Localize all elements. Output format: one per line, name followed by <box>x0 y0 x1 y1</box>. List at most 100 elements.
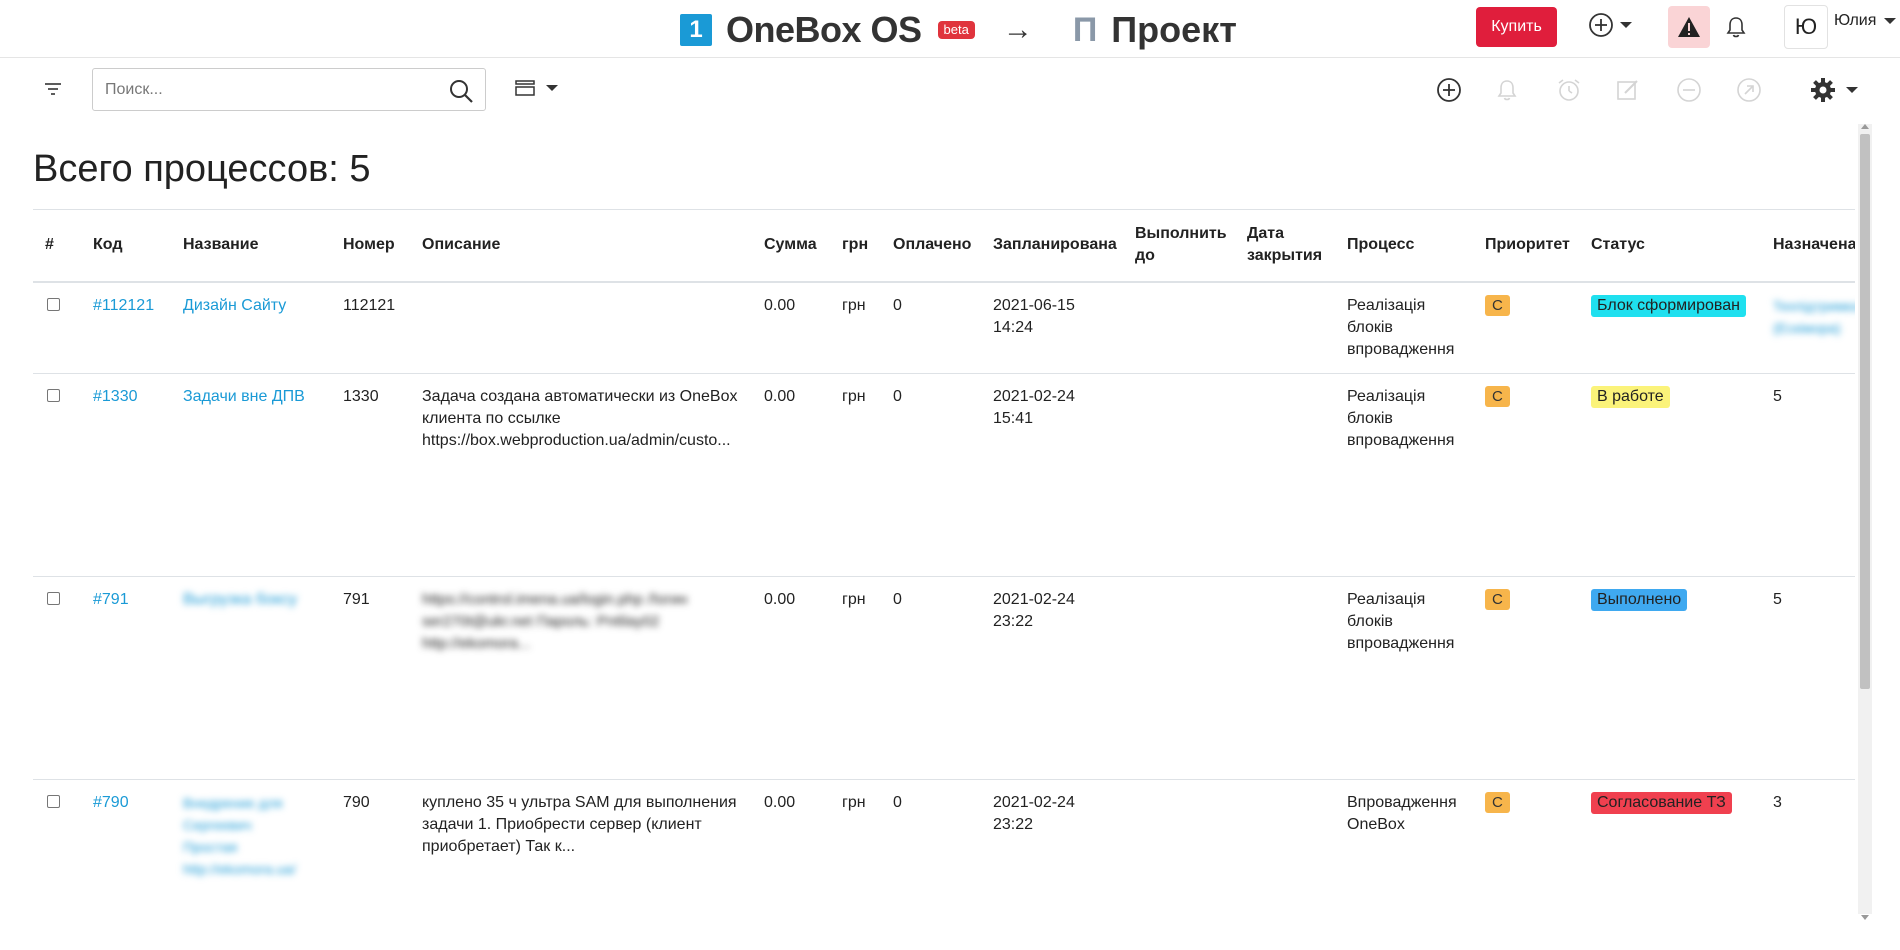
edit-icon <box>1617 80 1638 100</box>
process-cell: Впровадження OneBox <box>1341 779 1479 950</box>
col-closed-line2: закрытия <box>1247 247 1323 265</box>
scrollbar-thumb[interactable] <box>1860 134 1870 689</box>
user-menu[interactable]: Ю Юлия <box>1784 5 1897 49</box>
action-icons <box>1436 77 1796 103</box>
description-cell: Задача создана автоматически из OneBox кл… <box>416 373 758 577</box>
name-link[interactable]: Задачи вне ДПВ <box>183 388 305 405</box>
col-num[interactable]: # <box>33 210 87 282</box>
scroll-down-icon[interactable] <box>1861 915 1869 920</box>
col-due[interactable]: Выполнить до <box>1129 210 1241 282</box>
buy-button[interactable]: Купить <box>1476 7 1557 47</box>
description-line: http://ekomora... <box>422 635 531 652</box>
arrow-right-icon: → <box>1002 13 1033 46</box>
row-checkbox[interactable] <box>47 297 60 311</box>
name-line: Простая <box>183 839 238 855</box>
planned-cell: 2021-02-24 23:22 <box>987 779 1129 950</box>
process-line: Реалізація <box>1347 296 1426 314</box>
chevron-down-icon <box>1846 87 1858 93</box>
brand[interactable]: 1 OneBox OS beta → П Проект <box>680 9 1237 50</box>
name-line: Внедрение для <box>183 795 283 811</box>
status-badge: В работе <box>1591 386 1670 408</box>
chevron-down-icon <box>546 85 558 91</box>
settings-dropdown[interactable] <box>1810 77 1858 103</box>
priority-cell: С <box>1479 779 1585 950</box>
view-mode-dropdown[interactable] <box>514 79 558 97</box>
filter-button[interactable] <box>44 82 62 101</box>
table-row[interactable]: #790 Внедрение для Сергеевич Простая http:/… <box>33 779 1855 950</box>
name-link[interactable]: Выгрузка боксу <box>183 591 297 608</box>
row-checkbox[interactable] <box>47 795 60 808</box>
code-link[interactable]: #112121 <box>93 297 154 314</box>
row-checkbox-cell <box>33 576 87 780</box>
assigned-cell: 3 <box>1767 779 1855 950</box>
reminder-button[interactable] <box>1556 77 1616 103</box>
name-link[interactable]: Внедрение для Сергеевич Простая http://ekom… <box>183 792 331 880</box>
scroll-up-icon[interactable] <box>1861 124 1869 129</box>
table-row[interactable]: #112121 Дизайн Сайту 112121 0.00 грн 0 2… <box>33 281 1855 374</box>
process-line: блоків <box>1347 410 1393 427</box>
planned-date: 2021-02-24 <box>993 591 1075 608</box>
status-cell: Согласование ТЗ <box>1585 779 1767 950</box>
name-link[interactable]: Дизайн Сайту <box>183 297 286 314</box>
col-priority[interactable]: Приоритет <box>1479 210 1585 282</box>
priority-badge: С <box>1485 792 1510 813</box>
col-assigned[interactable]: Назначена <box>1767 210 1855 282</box>
list-view-icon <box>515 80 535 96</box>
row-checkbox[interactable] <box>47 592 60 605</box>
col-planned[interactable]: Запланирована <box>987 210 1129 282</box>
edit-button[interactable] <box>1616 77 1676 103</box>
table-row[interactable]: #1330 Задачи вне ДПВ 1330 Задача создана… <box>33 373 1855 577</box>
status-badge: Согласование ТЗ <box>1591 792 1732 814</box>
table-row[interactable]: #791 Выгрузка боксу 791 https://control.… <box>33 576 1855 780</box>
remove-button[interactable] <box>1676 77 1736 103</box>
avatar: Ю <box>1784 5 1828 49</box>
search-icon[interactable] <box>449 79 473 103</box>
col-name[interactable]: Название <box>177 210 337 282</box>
assigned-cell: 5 <box>1767 576 1855 780</box>
add-button[interactable] <box>1436 77 1496 103</box>
project-name: Проект <box>1111 9 1237 50</box>
col-process[interactable]: Процесс <box>1341 210 1479 282</box>
closed-cell <box>1241 281 1341 374</box>
description-line: куплено 35 ч ультра SAM для выполнения <box>422 794 737 811</box>
code-cell: #112121 <box>87 281 177 374</box>
toolbar <box>0 59 1900 121</box>
search-input[interactable] <box>105 75 435 105</box>
col-sum[interactable]: Сумма <box>758 210 836 282</box>
sum-cell: 0.00 <box>758 373 836 577</box>
closed-cell <box>1241 373 1341 577</box>
process-line: впровадження <box>1347 432 1455 449</box>
col-due-line1: Выполнить <box>1135 225 1227 243</box>
row-checkbox[interactable] <box>47 389 60 402</box>
col-closed[interactable]: Дата закрытия <box>1241 210 1341 282</box>
process-line: блоків <box>1347 613 1393 630</box>
description-line: ser270t@ukr.net Пароль: Pn6lay02 <box>422 613 660 630</box>
code-link[interactable]: #1330 <box>93 388 138 405</box>
open-button[interactable] <box>1736 77 1796 103</box>
code-link[interactable]: #791 <box>93 591 129 608</box>
notify-button[interactable] <box>1496 77 1556 103</box>
description-line: https://box.webproduction.ua/admin/custo… <box>422 432 731 449</box>
col-description[interactable]: Описание <box>416 210 758 282</box>
planned-time: 14:24 <box>993 318 1034 336</box>
search-box <box>92 68 486 111</box>
process-line: впровадження <box>1347 635 1455 652</box>
code-link[interactable]: #790 <box>93 794 129 811</box>
col-currency[interactable]: грн <box>836 210 887 282</box>
assigned-cell: Техпідтримка (Ескімора) <box>1767 281 1855 374</box>
col-status[interactable]: Статус <box>1585 210 1767 282</box>
add-dropdown-button[interactable] <box>1588 12 1632 38</box>
priority-cell: С <box>1479 281 1585 374</box>
due-cell <box>1129 281 1241 374</box>
warning-button[interactable] <box>1668 6 1710 48</box>
col-code[interactable]: Код <box>87 210 177 282</box>
description-line: приобретает) Так к... <box>422 838 576 855</box>
assigned-link[interactable]: Техпідтримка (Ескімора) <box>1773 295 1855 339</box>
status-cell: Блок сформирован <box>1585 281 1767 374</box>
notifications-button[interactable] <box>1725 15 1747 44</box>
name-line: Сергеевич <box>183 817 252 833</box>
priority-badge: С <box>1485 294 1510 316</box>
col-number[interactable]: Номер <box>337 210 416 282</box>
vertical-scrollbar[interactable] <box>1858 124 1872 920</box>
col-paid[interactable]: Оплачено <box>887 210 987 282</box>
